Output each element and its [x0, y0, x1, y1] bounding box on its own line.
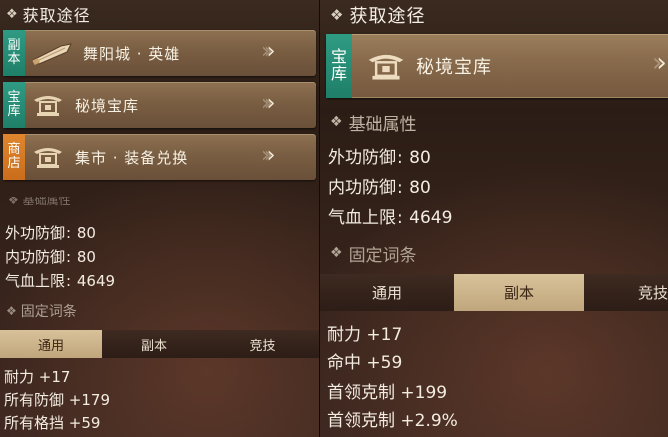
left-item-panel: ❖ 获取途径 副本 舞阳城 · 英雄 ››› 宝库 秘境宝库 ››› 商 店 集…	[0, 0, 319, 437]
chevron-right-icon[interactable]: ›››	[261, 39, 276, 64]
tab-general[interactable]: 通用	[320, 274, 454, 311]
source-card-wuyang[interactable]: 副本 舞阳城 · 英雄 ›››	[3, 30, 316, 76]
diamond-icon: ❖	[8, 197, 23, 207]
base-stat-row: 内功防御: 80	[328, 178, 431, 198]
source-label: 秘境宝库	[75, 96, 140, 115]
base-stat-row: 内功防御: 80	[5, 248, 96, 266]
source-card-treasury[interactable]: 宝库 秘境宝库 ››	[326, 34, 668, 98]
right-item-panel: ❖ 获取途径 宝库 秘境宝库 ›› ❖ 基础属性 外功防御: 80 内功防御: …	[320, 0, 668, 437]
entry-tabbar: 通用 副本 竞技	[0, 330, 319, 358]
base-attr-heading-partial: ❖ 基础属性	[8, 197, 71, 207]
entry-row: 命中 +59	[327, 353, 403, 373]
acquire-title: 获取途径	[349, 6, 426, 27]
fixed-entry-heading: ❖ 固定词条	[330, 245, 417, 266]
market-icon	[31, 134, 65, 180]
tab-dungeon[interactable]: 副本	[454, 274, 584, 311]
base-stat-row: 气血上限: 4649	[328, 208, 453, 228]
source-card-treasury[interactable]: 宝库 秘境宝库 ›››	[3, 82, 316, 128]
treasure-hall-icon	[31, 82, 65, 128]
source-badge: 宝库	[326, 34, 352, 98]
treasure-hall-icon	[364, 34, 408, 98]
chevron-right-icon[interactable]: ››	[652, 48, 667, 78]
entry-row: 首领克制 +199	[327, 383, 448, 403]
tab-arena[interactable]: 竞技	[206, 330, 319, 358]
entry-tabbar: 通用 副本 竞技	[320, 274, 668, 311]
base-stat-row: 气血上限: 4649	[5, 272, 116, 290]
entry-row: 所有防御 +179	[4, 391, 110, 409]
source-badge: 副本	[3, 30, 25, 76]
sword-icon	[31, 30, 75, 76]
base-attr-heading: ❖ 基础属性	[330, 114, 417, 135]
source-badge: 商店	[3, 134, 25, 180]
chevron-right-icon[interactable]: ›››	[261, 91, 276, 116]
entry-row: 耐力 +17	[4, 368, 71, 386]
acquire-header: ❖ 获取途径	[330, 2, 425, 28]
acquire-title: 获取途径	[22, 6, 91, 25]
acquire-header: ❖ 获取途径	[6, 2, 91, 26]
source-card-market[interactable]: 商店 集市 · 装备兑换 ›››	[3, 134, 316, 180]
base-stat-row: 外功防御: 80	[5, 224, 96, 242]
tab-dungeon[interactable]: 副本	[102, 330, 206, 358]
diamond-icon: ❖	[330, 114, 343, 130]
diamond-icon: ❖	[6, 304, 17, 318]
diamond-icon: ❖	[330, 245, 343, 261]
chevron-right-icon[interactable]: ›››	[261, 143, 276, 168]
tab-arena[interactable]: 竞技	[584, 274, 668, 311]
diamond-icon: ❖	[330, 6, 344, 24]
entry-row: 首领克制 +2.9%	[327, 411, 458, 431]
source-label: 秘境宝库	[416, 57, 492, 78]
diamond-icon: ❖	[6, 6, 18, 22]
fixed-entry-heading: ❖ 固定词条	[6, 304, 77, 320]
base-stat-row: 外功防御: 80	[328, 148, 431, 168]
source-label: 舞阳城 · 英雄	[83, 44, 181, 63]
entry-row: 所有格挡 +59	[4, 414, 101, 432]
tab-general[interactable]: 通用	[0, 330, 102, 358]
source-label: 集市 · 装备兑换	[75, 148, 189, 167]
source-badge: 宝库	[3, 82, 25, 128]
entry-row: 耐力 +17	[327, 325, 403, 345]
